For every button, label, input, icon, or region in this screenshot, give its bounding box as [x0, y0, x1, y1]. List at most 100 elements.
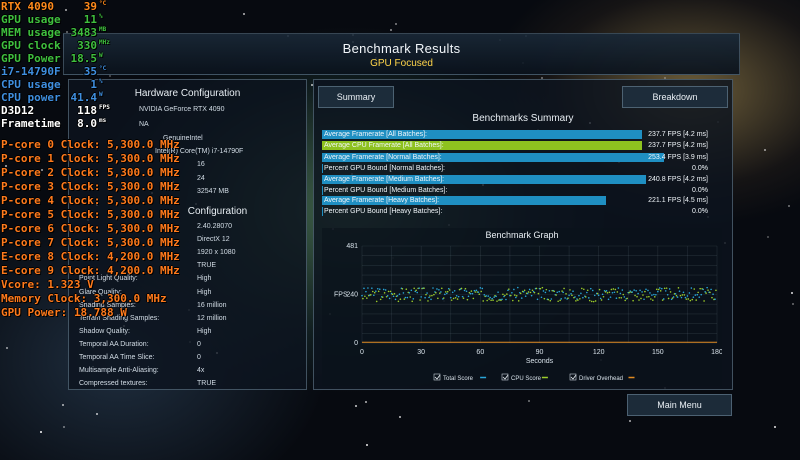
x-tick-label: 0 — [360, 349, 364, 356]
total-score-point — [473, 289, 476, 292]
osd-metric-name: i7-14790F — [1, 65, 61, 78]
summary-label: Average Framerate [All Batches]: — [324, 131, 427, 138]
osd-metric-unit: % — [99, 13, 103, 20]
total-score-point — [599, 297, 602, 300]
summary-label: Percent GPU Bound [Medium Batches]: — [324, 187, 448, 194]
total-score-point — [408, 291, 411, 294]
star — [774, 426, 776, 428]
cpu-score-point — [533, 291, 536, 294]
star — [764, 149, 766, 151]
cpu-score-point — [584, 296, 587, 298]
hardware-config-title: Hardware Configuration — [134, 88, 241, 99]
total-score-point — [392, 295, 395, 298]
cpu-score-point — [594, 300, 597, 302]
cpu-score-point — [377, 290, 380, 293]
total-score-point — [457, 295, 460, 298]
total-score-point — [363, 287, 365, 290]
cpu-score-point — [646, 296, 648, 298]
total-score-point — [664, 290, 667, 292]
osd-metric-value: 35 — [83, 65, 97, 78]
cpu-score-point — [375, 300, 378, 303]
results-panel: Summary Breakdown Benchmarks Summary Ave… — [313, 79, 733, 390]
config-row: Temporal AA Duration: 0 — [79, 338, 300, 351]
check-icon — [502, 374, 509, 380]
cpu-score-point — [480, 290, 483, 293]
star — [365, 401, 367, 403]
star — [243, 13, 245, 15]
total-score-point — [440, 291, 442, 293]
cpu-score-point — [608, 291, 611, 294]
total-score-point — [536, 298, 539, 301]
page-title: Benchmark Results — [342, 41, 461, 56]
total-score-point — [418, 287, 420, 289]
summary-row: Percent GPU Bound [Heavy Batches]: 0.0% — [322, 207, 722, 216]
total-score-point — [692, 296, 695, 298]
cpu-score-point — [561, 290, 563, 292]
cpu-score-point — [709, 291, 711, 294]
star — [6, 347, 8, 349]
results-header: Benchmark Results GPU Focused — [63, 33, 740, 75]
total-score-point — [540, 296, 543, 299]
cpu-score-point — [478, 293, 481, 296]
check-icon — [570, 374, 577, 380]
total-score-point — [558, 290, 561, 293]
total-score-point — [700, 293, 703, 296]
total-score-point — [530, 294, 533, 297]
cpu-score-point — [431, 294, 433, 297]
cpu-score-point — [707, 289, 709, 291]
config-value: 16 — [197, 161, 205, 168]
cpu-score-point — [460, 287, 463, 290]
cpu-score-point — [653, 296, 656, 298]
config-value: NA — [139, 121, 149, 128]
star — [390, 29, 392, 31]
cpu-score-point — [539, 287, 542, 290]
cpu-score-point — [401, 287, 404, 290]
total-score-point — [556, 291, 559, 294]
total-score-point — [388, 297, 391, 300]
tab-breakdown[interactable]: Breakdown — [622, 86, 728, 108]
total-score-point — [680, 296, 683, 299]
summary-value: 240.8 FPS [4.2 ms] — [648, 176, 708, 183]
cpu-score-point — [425, 293, 427, 296]
star — [109, 75, 111, 77]
cpu-score-point — [547, 298, 550, 301]
osd-metric-name: GPU clock — [1, 39, 61, 52]
x-tick-label: 60 — [476, 349, 484, 356]
tab-summary[interactable]: Summary — [318, 86, 394, 108]
total-score-point — [520, 297, 523, 299]
total-score-point — [365, 290, 367, 293]
total-score-point — [463, 289, 466, 292]
cpu-score-point — [618, 296, 621, 299]
main-menu-button[interactable]: Main Menu — [627, 394, 732, 416]
config-label: Multisample Anti-Aliasing: — [79, 367, 159, 375]
total-score-point — [376, 287, 379, 290]
config-row: Compressed textures: TRUE — [79, 377, 300, 390]
cpu-score-point — [496, 300, 498, 302]
total-score-point — [682, 291, 685, 294]
summary-row: Average CPU Framerate [All Batches]: 237.… — [322, 141, 722, 150]
total-score-point — [570, 292, 572, 295]
total-score-point — [505, 298, 507, 301]
cpu-score-point — [466, 298, 469, 301]
total-score-point — [515, 296, 517, 299]
total-score-point — [574, 296, 576, 298]
results-tabs: Summary Breakdown — [318, 86, 728, 108]
osd-metric-value: 118 — [77, 104, 97, 117]
total-score-point — [617, 287, 620, 289]
total-score-point — [605, 290, 608, 292]
cpu-score-point — [452, 297, 455, 300]
config-value: TRUE — [197, 380, 217, 388]
total-score-point — [564, 297, 566, 299]
cpu-score-point — [567, 297, 569, 300]
summary-label: Average Framerate [Normal Batches]: — [324, 154, 442, 161]
legend-label: CPU Score — [511, 376, 542, 382]
total-score-point — [487, 295, 490, 297]
total-score-point — [469, 292, 472, 295]
cpu-score-point — [448, 289, 451, 291]
osd-metric-name: Frametime — [1, 117, 61, 130]
osd-clock-line: Vcore: 1.323 V — [1, 278, 94, 291]
total-score-point — [412, 298, 415, 300]
total-score-point — [361, 294, 363, 297]
config-value: High — [197, 327, 212, 335]
cpu-score-point — [590, 300, 593, 303]
